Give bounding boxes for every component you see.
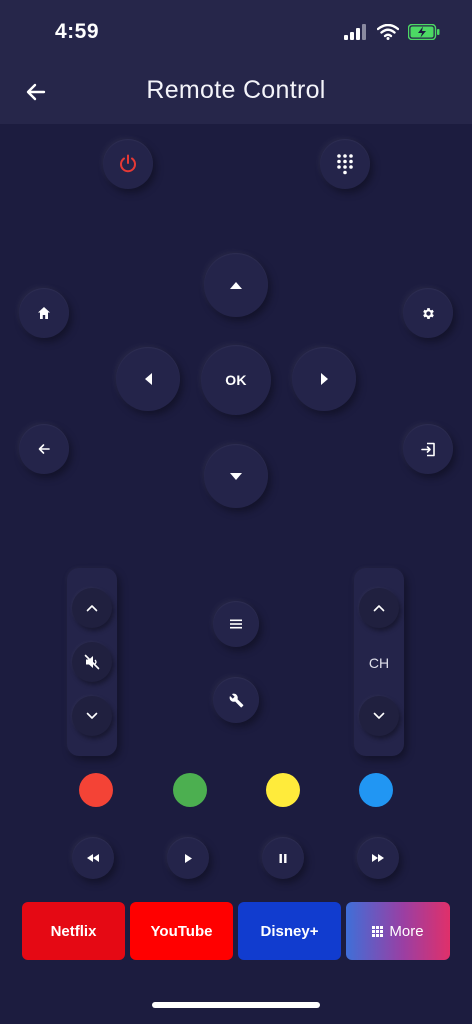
home-button[interactable] [19,288,69,338]
volume-up-button[interactable] [72,588,112,628]
fast-forward-button[interactable] [357,837,399,879]
status-icons [344,24,440,40]
dpad-up-button[interactable] [204,253,268,317]
status-time: 4:59 [55,20,100,43]
disney-plus-button[interactable]: Disney+ [238,902,341,960]
keypad-icon [337,154,353,175]
yellow-key-button[interactable] [266,773,300,807]
dpad-down-button[interactable] [204,444,268,508]
pause-icon [279,853,287,863]
more-apps-button[interactable]: More [346,902,450,960]
home-icon [38,307,50,319]
disney-plus-label: Disney+ [260,922,319,940]
channel-label: CH [368,655,390,671]
chevron-down-icon [373,712,385,719]
gear-icon [422,307,434,319]
return-button[interactable] [19,424,69,474]
input-button[interactable] [403,424,453,474]
keypad-button[interactable] [320,139,370,189]
play-icon [185,853,192,863]
dpad-left-button[interactable] [116,347,180,411]
dpad-right-button[interactable] [292,347,356,411]
chevron-up-icon [86,605,98,612]
channel-rocker: CH [354,568,404,756]
menu-icon [230,619,242,629]
rewind-button[interactable] [72,837,114,879]
chevron-up-icon [373,605,385,612]
pause-button[interactable] [262,837,304,879]
status-bar: 4:59 [0,0,472,62]
signal-icon [344,24,366,40]
page-title: Remote Control [146,76,326,104]
apps-grid-icon [372,925,384,937]
caret-down-icon [230,472,242,480]
rewind-icon [87,854,99,862]
channel-down-button[interactable] [359,696,399,736]
mute-button[interactable] [72,642,112,682]
mute-icon [84,654,100,670]
tools-button[interactable] [213,677,259,723]
volume-down-button[interactable] [72,696,112,736]
chevron-down-icon [86,712,98,719]
input-icon [420,442,435,456]
home-indicator [152,1002,320,1008]
power-button[interactable] [103,139,153,189]
settings-button[interactable] [403,288,453,338]
caret-right-icon [320,373,328,385]
battery-icon [408,24,440,40]
caret-left-icon [144,373,152,385]
dpad-ok-button[interactable]: OK [201,345,271,415]
play-button[interactable] [167,837,209,879]
menu-button[interactable] [213,601,259,647]
blue-key-button[interactable] [359,773,393,807]
netflix-label: Netflix [50,922,97,940]
wifi-icon [377,24,399,40]
power-icon [120,154,136,173]
fast-forward-icon [372,854,384,862]
ok-label: OK [225,372,247,388]
caret-up-icon [230,281,242,289]
youtube-button[interactable]: YouTube [130,902,233,960]
red-key-button[interactable] [79,773,113,807]
app-header: Remote Control [0,62,472,124]
more-apps-label: More [389,922,424,940]
channel-up-button[interactable] [359,588,399,628]
green-key-button[interactable] [173,773,207,807]
netflix-button[interactable]: Netflix [22,902,125,960]
arrow-left-icon [38,444,50,454]
wrench-icon [229,693,243,707]
volume-rocker [67,568,117,756]
youtube-label: YouTube [150,922,213,940]
